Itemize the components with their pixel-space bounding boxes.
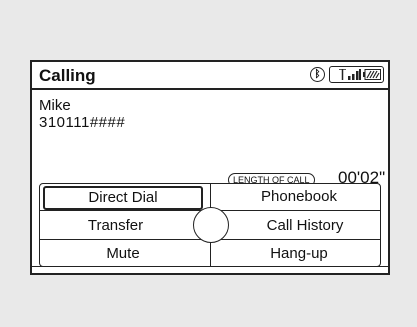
call-menu: Direct Dial Phonebook Transfer Call Hist… xyxy=(39,183,381,267)
title-bar: Calling ᛒ xyxy=(32,62,388,90)
transfer-button[interactable]: Transfer xyxy=(43,214,188,238)
phonebook-button[interactable]: Phonebook xyxy=(220,185,378,209)
signal-strength-icon xyxy=(339,69,361,80)
battery-icon xyxy=(363,69,381,80)
mute-button[interactable]: Mute xyxy=(43,242,203,266)
caller-number: 310111#### xyxy=(39,114,126,131)
status-indicators xyxy=(329,66,384,83)
page-title: Calling xyxy=(39,66,96,85)
hang-up-button[interactable]: Hang-up xyxy=(220,242,378,266)
direct-dial-button[interactable]: Direct Dial xyxy=(43,186,203,210)
selector-knob-icon[interactable] xyxy=(193,207,229,243)
phone-display: Calling ᛒ Mike 310111#### LENGTH OF CALL… xyxy=(30,60,390,275)
call-history-button[interactable]: Call History xyxy=(232,214,378,238)
bluetooth-icon: ᛒ xyxy=(310,67,325,82)
caller-name: Mike xyxy=(39,97,71,114)
bottom-border xyxy=(32,266,388,267)
